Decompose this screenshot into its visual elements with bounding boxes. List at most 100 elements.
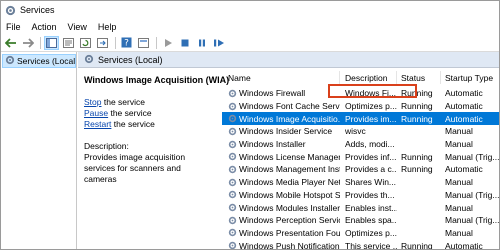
- column-header-startup-type[interactable]: Startup Type: [441, 71, 499, 84]
- row-name-cell: Windows Installer: [222, 139, 340, 149]
- column-header-name[interactable]: Name: [222, 71, 340, 84]
- service-description-cell: Provides th...: [345, 189, 395, 200]
- restart-service-text: the service: [111, 119, 155, 129]
- help-icon[interactable]: ?: [119, 36, 134, 50]
- service-name: Windows Modules Installer: [239, 202, 340, 213]
- menu-file[interactable]: File: [6, 22, 21, 32]
- service-startup-cell: Automatic: [445, 101, 483, 112]
- stop-service-link[interactable]: Stop: [84, 97, 102, 107]
- export-icon[interactable]: [95, 36, 110, 50]
- toolbar-separator: [40, 36, 41, 49]
- console-tree-icon[interactable]: [44, 35, 59, 50]
- service-action-links: Stop the service Pause the service Resta…: [84, 97, 215, 130]
- table-row[interactable]: Windows Presentation Fou... Optimizes p..…: [222, 227, 499, 240]
- main-pane-title: Services (Local): [98, 54, 163, 65]
- row-name-cell: Windows Mobile Hotspot S...: [222, 190, 340, 200]
- service-name: Windows Insider Service: [239, 126, 333, 137]
- column-header-description[interactable]: Description: [340, 71, 397, 84]
- pause-icon[interactable]: [194, 36, 209, 50]
- service-startup-cell: Automatic: [445, 240, 483, 250]
- service-description-cell: Enables spa...: [345, 215, 397, 226]
- show-icon[interactable]: [136, 36, 151, 50]
- service-description-cell: Enables inst...: [345, 202, 397, 213]
- service-name: Windows License Manager ...: [239, 151, 340, 162]
- table-row[interactable]: Windows Modules Installer Enables inst...…: [222, 201, 499, 214]
- service-startup-cell: Automatic: [445, 113, 483, 124]
- forward-icon[interactable]: [20, 36, 35, 50]
- service-status-cell: Running: [401, 151, 433, 162]
- service-gear-icon: [228, 228, 237, 237]
- table-row[interactable]: Windows License Manager ... Provides inf.…: [222, 150, 500, 163]
- service-name: Windows Installer: [239, 139, 306, 150]
- menu-help[interactable]: Help: [98, 22, 117, 32]
- table-row[interactable]: Windows Installer Adds, modi... Manual: [222, 138, 499, 151]
- service-description-cell: Adds, modi...: [345, 139, 395, 150]
- row-name-cell: Windows Modules Installer: [222, 203, 340, 213]
- service-description-cell: Provides im...: [345, 113, 397, 124]
- row-name-cell: Windows License Manager ...: [222, 152, 340, 162]
- menu-view[interactable]: View: [68, 22, 87, 32]
- row-name-cell: Windows Firewall: [222, 88, 340, 98]
- play-icon[interactable]: [160, 36, 175, 50]
- service-gear-icon: [228, 140, 237, 149]
- row-name-cell: Windows Font Cache Service: [222, 101, 340, 111]
- table-row[interactable]: Windows Insider Service wisvc Manual: [222, 125, 499, 138]
- restart-service-link[interactable]: Restart: [84, 119, 111, 129]
- table-row[interactable]: Windows Mobile Hotspot S... Provides th..…: [222, 189, 500, 202]
- properties-icon[interactable]: [61, 36, 76, 50]
- service-detail-panel: Windows Image Acquisition (WIA) Stop the…: [78, 69, 230, 249]
- console-tree: Services (Local): [1, 52, 77, 249]
- table-row[interactable]: Windows Font Cache Service Optimizes p...…: [222, 100, 499, 113]
- table-row[interactable]: Windows Firewall Windows Fi... Running Auto…: [222, 87, 499, 100]
- service-startup-cell: Automatic: [445, 88, 483, 99]
- service-startup-cell: Manual: [445, 177, 473, 188]
- table-row[interactable]: Windows Image Acquisitio... Provides im..…: [222, 112, 499, 126]
- service-description-cell: Optimizes p...: [345, 101, 397, 112]
- table-row[interactable]: Windows Management Inst... Provides a c..…: [222, 163, 499, 176]
- pause-service-link[interactable]: Pause: [84, 108, 108, 118]
- service-gear-icon: [228, 152, 237, 161]
- row-name-cell: Windows Media Player Net...: [222, 177, 340, 187]
- service-startup-cell: Manual: [445, 227, 473, 238]
- service-description-cell: Provides a c...: [345, 164, 397, 175]
- service-startup-cell: Manual: [445, 126, 473, 137]
- toolbar: ?: [1, 34, 499, 52]
- service-status-cell: Running: [401, 164, 433, 175]
- service-name: Windows Image Acquisitio...: [239, 113, 340, 124]
- service-startup-cell: Manual (Trig...: [445, 189, 500, 200]
- service-status-cell: Running: [401, 88, 433, 99]
- tree-item-services-local[interactable]: Services (Local): [2, 54, 76, 68]
- service-name: Windows Push Notification...: [239, 240, 340, 250]
- refresh-icon[interactable]: [78, 36, 93, 50]
- table-row[interactable]: Windows Perception Service Enables spa...…: [222, 214, 499, 227]
- main-pane: Services (Local) Windows Image Acquisiti…: [78, 52, 500, 250]
- service-description-cell: Shares Win...: [345, 177, 397, 188]
- service-startup-cell: Automatic: [445, 164, 483, 175]
- stop-icon[interactable]: [177, 36, 192, 50]
- service-name: Windows Management Inst...: [239, 164, 340, 175]
- services-app-icon: [5, 5, 16, 16]
- gear-icon: [84, 54, 94, 66]
- table-row[interactable]: Windows Media Player Net... Shares Win...…: [222, 176, 499, 189]
- back-icon[interactable]: [3, 36, 18, 50]
- column-header-status[interactable]: Status: [397, 71, 441, 84]
- window-title: Services: [20, 5, 55, 15]
- selected-service-name: Windows Image Acquisition (WIA): [84, 75, 230, 85]
- service-status-cell: Running: [401, 113, 433, 124]
- main-pane-header: Services (Local): [78, 52, 499, 68]
- service-gear-icon: [228, 216, 237, 225]
- service-name: Windows Font Cache Service: [239, 101, 340, 112]
- service-startup-cell: Manual (Trig...: [445, 151, 500, 162]
- service-description-cell: Optimizes p...: [345, 227, 397, 238]
- menu-action[interactable]: Action: [32, 22, 57, 32]
- row-name-cell: Windows Image Acquisitio...: [222, 114, 340, 124]
- table-row[interactable]: Windows Push Notification... This service…: [222, 239, 499, 250]
- row-name-cell: Windows Presentation Fou...: [222, 228, 340, 238]
- gear-icon: [5, 55, 15, 67]
- service-name: Windows Mobile Hotspot S...: [239, 189, 340, 200]
- service-gear-icon: [228, 178, 237, 187]
- restart-icon[interactable]: [211, 36, 226, 50]
- toolbar-separator: [156, 36, 157, 49]
- service-gear-icon: [228, 203, 237, 212]
- row-name-cell: Windows Perception Service: [222, 215, 340, 225]
